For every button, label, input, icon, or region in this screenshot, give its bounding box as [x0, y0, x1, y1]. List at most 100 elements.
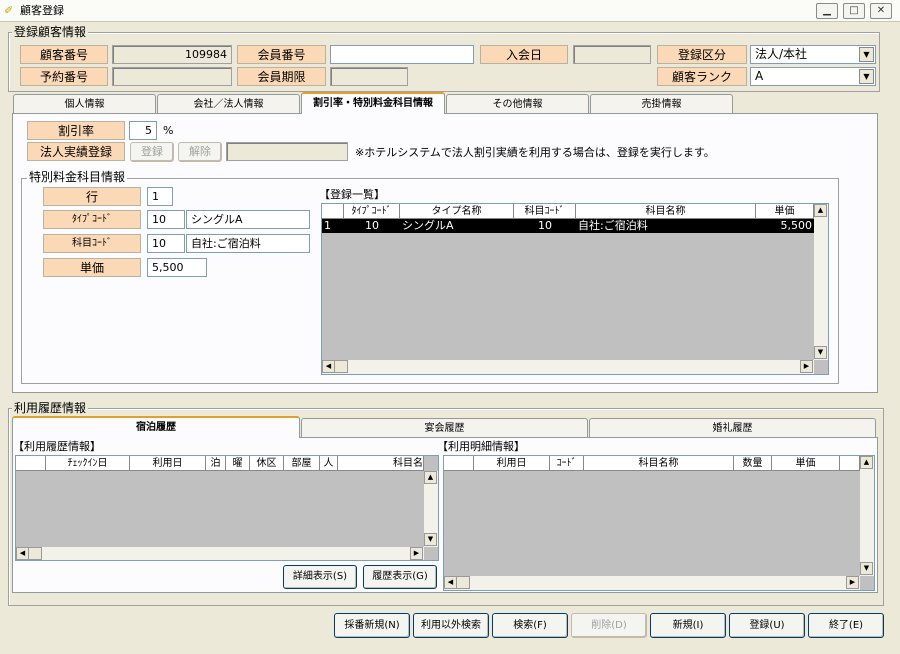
- booking-no-field[interactable]: [112, 67, 232, 86]
- scroll-thumb[interactable]: [456, 576, 470, 589]
- tab-receivable[interactable]: 売掛情報: [590, 94, 733, 114]
- usage-history-vscrollbar[interactable]: ▲ ▼: [424, 471, 438, 547]
- scroll-down-icon[interactable]: ▼: [814, 346, 827, 359]
- reg-type-label: 登録区分: [657, 45, 747, 64]
- corp-record-label: 法人実績登録: [27, 142, 125, 161]
- tab-wedding-history[interactable]: 婚礼履歴: [589, 418, 876, 438]
- corp-cancel-button[interactable]: 解除: [178, 142, 222, 162]
- reg-list-vscrollbar[interactable]: ▲ ▼: [814, 204, 828, 360]
- tab-company[interactable]: 会社／法人情報: [157, 94, 300, 114]
- col-weekday[interactable]: 曜: [226, 456, 250, 471]
- non-usage-search-button[interactable]: 利用以外検索: [413, 613, 489, 638]
- history-panel: 【利用履歴情報】 ﾁｪｯｸｲﾝ日 利用日 泊 曜 休区 部屋 人 科目名 ▲ ▼…: [12, 437, 878, 593]
- item-code-label: 科目ｺｰﾄﾞ: [43, 234, 141, 253]
- cell-type-code: 10: [365, 219, 379, 232]
- type-name-field[interactable]: シングルA: [186, 210, 310, 229]
- col-item-name[interactable]: 科目名称: [576, 204, 756, 219]
- corp-register-button[interactable]: 登録: [130, 142, 174, 162]
- app-icon: ✐: [4, 4, 14, 17]
- customer-group-label: 登録顧客情報: [12, 25, 89, 39]
- col-room[interactable]: 部屋: [284, 456, 320, 471]
- chevron-down-icon[interactable]: ▼: [859, 69, 874, 84]
- discount-panel: 割引率 5 % 法人実績登録 登録 解除 ※ホテルシステムで法人割引実績を利用す…: [12, 113, 878, 393]
- usage-history-grid[interactable]: ﾁｪｯｸｲﾝ日 利用日 泊 曜 休区 部屋 人 科目名 ▲ ▼ ◀ ▶: [15, 455, 439, 561]
- col-item-code[interactable]: 科目ｺｰﾄﾞ: [514, 204, 576, 219]
- rank-label: 顧客ランク: [657, 67, 747, 86]
- col-use-date[interactable]: 利用日: [130, 456, 206, 471]
- col-detail-qty[interactable]: 数量: [734, 456, 772, 471]
- rank-select[interactable]: A ▼: [750, 67, 876, 86]
- usage-detail-vscrollbar[interactable]: ▲ ▼: [860, 456, 874, 576]
- scroll-thumb[interactable]: [334, 360, 348, 373]
- scroll-down-icon[interactable]: ▼: [860, 562, 873, 575]
- col-detail-code[interactable]: ｺｰﾄﾞ: [550, 456, 584, 471]
- usage-detail-hscrollbar[interactable]: ◀ ▶: [444, 576, 860, 590]
- reg-type-select[interactable]: 法人/本社 ▼: [750, 45, 876, 64]
- row-header-col: [322, 204, 344, 219]
- row-header-col: [16, 456, 46, 471]
- detail-view-button[interactable]: 詳細表示(S): [283, 565, 357, 589]
- col-nights[interactable]: 泊: [206, 456, 226, 471]
- usage-detail-grid[interactable]: 利用日 ｺｰﾄﾞ 科目名称 数量 単価 ▲ ▼ ◀ ▶: [443, 455, 875, 591]
- item-name-field[interactable]: 自社:ご宿泊料: [186, 234, 310, 253]
- row-no: 1: [324, 219, 331, 232]
- price-field[interactable]: 5,500: [147, 258, 207, 277]
- delete-button[interactable]: 削除(D): [571, 613, 647, 638]
- tab-banquet-history[interactable]: 宴会履歴: [301, 418, 588, 438]
- scroll-down-icon[interactable]: ▼: [424, 533, 437, 546]
- title-bar: ✐ 顧客登録 ▁ □ ✕: [0, 0, 900, 22]
- exit-button[interactable]: 終了(E): [808, 613, 884, 638]
- search-button[interactable]: 検索(F): [492, 613, 568, 638]
- percent-unit: %: [163, 124, 174, 137]
- scroll-right-icon[interactable]: ▶: [800, 360, 813, 373]
- tab-stay-history[interactable]: 宿泊履歴: [12, 416, 300, 438]
- reg-list-hscrollbar[interactable]: ◀ ▶: [322, 360, 814, 374]
- tab-other[interactable]: その他情報: [446, 94, 589, 114]
- discount-rate-label: 割引率: [27, 121, 125, 140]
- usage-history-hscrollbar[interactable]: ◀ ▶: [16, 547, 424, 560]
- col-price[interactable]: 単価: [756, 204, 814, 219]
- col-type-code[interactable]: ﾀｲﾌﾟｺｰﾄﾞ: [344, 204, 400, 219]
- scroll-right-icon[interactable]: ▶: [846, 576, 859, 589]
- col-persons[interactable]: 人: [320, 456, 338, 471]
- row-field[interactable]: 1: [147, 187, 173, 206]
- col-type-name[interactable]: タイプ名称: [400, 204, 514, 219]
- col-detail-extra[interactable]: [840, 456, 860, 471]
- minimize-button[interactable]: ▁: [816, 3, 838, 19]
- col-detail-price[interactable]: 単価: [772, 456, 840, 471]
- cell-item-name: 自社:ご宿泊料: [578, 219, 648, 232]
- customer-no-field[interactable]: 109984: [112, 45, 232, 64]
- corp-record-field[interactable]: [226, 142, 348, 161]
- scroll-thumb[interactable]: [28, 547, 42, 560]
- maximize-button[interactable]: □: [843, 3, 865, 19]
- member-expiry-field[interactable]: [330, 67, 408, 86]
- scroll-up-icon[interactable]: ▲: [424, 471, 437, 484]
- window-title: 顧客登録: [20, 4, 64, 17]
- col-detail-item[interactable]: 科目名称: [584, 456, 734, 471]
- chevron-down-icon[interactable]: ▼: [859, 47, 874, 62]
- type-code-label: ﾀｲﾌﾟｺｰﾄﾞ: [43, 210, 141, 229]
- cell-price: 5,500: [780, 219, 813, 232]
- col-holiday[interactable]: 休区: [250, 456, 284, 471]
- scroll-up-icon[interactable]: ▲: [814, 204, 827, 217]
- tab-discount[interactable]: 割引率・特別料金科目情報: [301, 92, 445, 114]
- reg-list-grid[interactable]: ﾀｲﾌﾟｺｰﾄﾞ タイプ名称 科目ｺｰﾄﾞ 科目名称 単価 1 10 シングルA…: [321, 203, 829, 375]
- type-code-field[interactable]: 10: [147, 210, 185, 229]
- close-button[interactable]: ✕: [870, 3, 892, 19]
- discount-rate-field[interactable]: 5: [129, 121, 157, 140]
- scroll-up-icon[interactable]: ▲: [860, 456, 873, 469]
- col-checkin-date[interactable]: ﾁｪｯｸｲﾝ日: [46, 456, 130, 471]
- join-date-field[interactable]: [573, 45, 651, 64]
- rank-value: A: [755, 69, 764, 83]
- col-item-name[interactable]: 科目名: [338, 456, 424, 471]
- new-number-button[interactable]: 採番新規(N): [334, 613, 410, 638]
- register-button[interactable]: 登録(U): [729, 613, 805, 638]
- history-view-button[interactable]: 履歴表示(G): [363, 565, 437, 589]
- new-button[interactable]: 新規(I): [650, 613, 726, 638]
- scroll-right-icon[interactable]: ▶: [410, 547, 423, 560]
- col-detail-date[interactable]: 利用日: [474, 456, 550, 471]
- member-no-field[interactable]: [330, 45, 474, 64]
- table-row[interactable]: 1 10 シングルA 10 自社:ご宿泊料 5,500: [322, 219, 814, 233]
- item-code-field[interactable]: 10: [147, 234, 185, 253]
- tab-personal[interactable]: 個人情報: [13, 94, 156, 114]
